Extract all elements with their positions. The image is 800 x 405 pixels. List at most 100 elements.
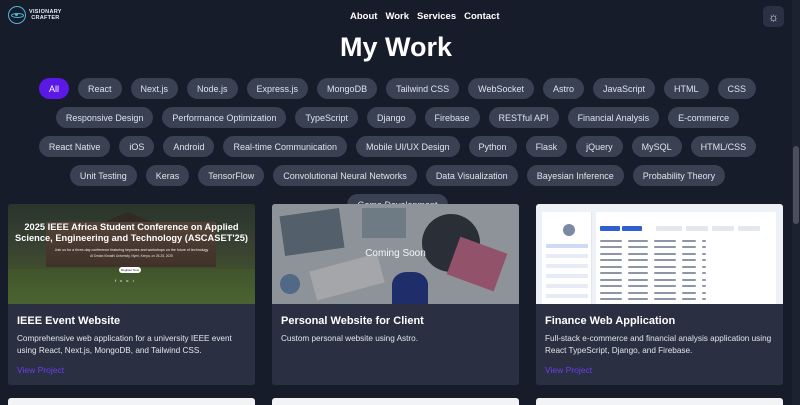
nav-link-contact[interactable]: Contact [464,11,499,22]
project-description: Comprehensive web application for a univ… [17,334,232,355]
filter-chip[interactable]: MongoDB [317,78,378,99]
dashboard-cell [628,285,648,287]
dashboard-cell [682,285,696,287]
filter-chip[interactable]: Bayesian Inference [526,165,624,186]
brand-logo[interactable]: VISIONARY CRAFTER [8,6,62,24]
view-project-link[interactable]: View Project [545,365,592,375]
dashboard-cell [628,259,648,261]
dashboard-row [600,238,772,243]
dashboard-cell [654,239,676,242]
dashboard-cell [628,252,648,255]
dashboard-row [600,277,772,282]
dashboard-tab [738,226,760,231]
filter-chip[interactable]: MySQL [631,136,682,157]
nav-link-services[interactable]: Services [417,11,456,22]
x-icon: x [120,278,123,283]
filter-chip[interactable]: RESTful API [488,107,559,128]
dashboard-row [600,290,772,295]
filter-chip[interactable]: JavaScript [592,78,656,99]
filter-chip[interactable]: HTML [664,78,709,99]
dashboard-row [600,284,772,289]
dashboard-cell [682,298,696,300]
nav-link-work[interactable]: Work [385,11,409,22]
dashboard-cell [600,239,622,242]
filter-chip[interactable]: Unit Testing [69,165,137,186]
filter-chip[interactable]: TypeScript [295,107,358,128]
page-scrollbar[interactable] [792,0,800,405]
filter-chip[interactable]: Express.js [246,78,309,99]
conference-register-button: Register Now [119,267,141,273]
dashboard-cell [682,291,696,294]
avatar [563,224,575,236]
filter-chip[interactable]: Financial Analysis [567,107,660,128]
dashboard-tab [622,226,642,231]
filter-chip[interactable]: Responsive Design [55,107,154,128]
project-image-ieee: 2025 IEEE Africa Student Conference on A… [8,204,255,304]
filter-chip[interactable]: Flask [525,136,568,157]
filter-chip[interactable]: Next.js [130,78,179,99]
filter-chip[interactable]: Node.js [187,78,238,99]
dashboard-cell [682,239,696,242]
dashboard-cell [628,272,648,274]
dashboard-cell [600,278,622,281]
dashboard-tab [600,226,620,231]
filter-chip[interactable]: HTML/CSS [690,136,757,157]
project-title: IEEE Event Website [17,315,121,327]
filter-chip[interactable]: WebSocket [468,78,534,99]
filter-chip[interactable]: Data Visualization [425,165,518,186]
card-body: Personal Website for Client Custom perso… [272,304,519,345]
dashboard-cell [628,246,648,248]
filter-chip[interactable]: Tailwind CSS [386,78,460,99]
nav-link-about[interactable]: About [350,11,377,22]
project-description: Custom personal website using Astro. [281,334,418,343]
dashboard-nav-item [546,254,588,258]
filter-chip[interactable]: Django [366,107,416,128]
dashboard-cell [654,291,676,294]
dashboard-cell [702,259,706,261]
filter-chip[interactable]: Astro [542,78,584,99]
project-title: Personal Website for Client [281,315,424,327]
project-card-personal-site[interactable]: Coming Soon Personal Website for Client … [272,204,519,385]
filter-chip[interactable]: Android [163,136,215,157]
project-card-partial[interactable] [8,398,255,405]
dashboard-row [600,258,772,263]
filter-chip[interactable]: All [38,78,69,99]
project-card-finance[interactable]: Finance Web Application Full-stack e-com… [536,204,783,385]
dashboard-cell [600,265,622,268]
dashboard-row [600,264,772,269]
dashboard-row [600,297,772,302]
dashboard-cell [628,291,648,294]
project-card-ieee[interactable]: 2025 IEEE Africa Student Conference on A… [8,204,255,385]
filter-chip[interactable]: Mobile UI/UX Design [356,136,460,157]
filter-chip[interactable]: Python [468,136,517,157]
filter-chip[interactable]: Keras [145,165,190,186]
filter-chip[interactable]: E-commerce [668,107,740,128]
project-description: Full-stack e-commerce and financial anal… [545,334,772,355]
project-card-partial[interactable] [272,398,519,405]
project-card-partial[interactable] [536,398,783,405]
filter-chip[interactable]: CSS [717,78,757,99]
filter-chip[interactable]: jQuery [576,136,623,157]
view-project-link[interactable]: View Project [17,365,64,375]
filter-chip[interactable]: Probability Theory [632,165,726,186]
dashboard-cell [682,278,696,281]
filter-chip[interactable]: Performance Optimization [162,107,287,128]
project-image-finance [536,204,783,304]
filter-chip[interactable]: TensorFlow [198,165,265,186]
filter-chip[interactable]: React Native [38,136,111,157]
theme-toggle-button[interactable]: ☼ [763,6,784,27]
scrollbar-thumb[interactable] [793,146,799,224]
filter-chip[interactable]: Firebase [424,107,480,128]
filter-chip[interactable]: Real-time Communication [223,136,347,157]
dashboard-nav-item [546,284,588,288]
filter-chips: All React Next.js Node.js Express.js MongoDB T… [30,78,765,215]
dashboard-cell [654,259,676,261]
filter-chip[interactable]: React [77,78,122,99]
tiktok-icon: ♪ [132,278,135,283]
atom-icon [8,6,26,24]
filter-chip[interactable]: Convolutional Neural Networks [273,165,417,186]
filter-chip[interactable]: iOS [119,136,155,157]
conference-line2: At Dedan Kimathi University, Nyeri, Keny… [90,254,173,258]
dashboard-cell [654,285,676,287]
dashboard-nav-item [546,274,588,278]
